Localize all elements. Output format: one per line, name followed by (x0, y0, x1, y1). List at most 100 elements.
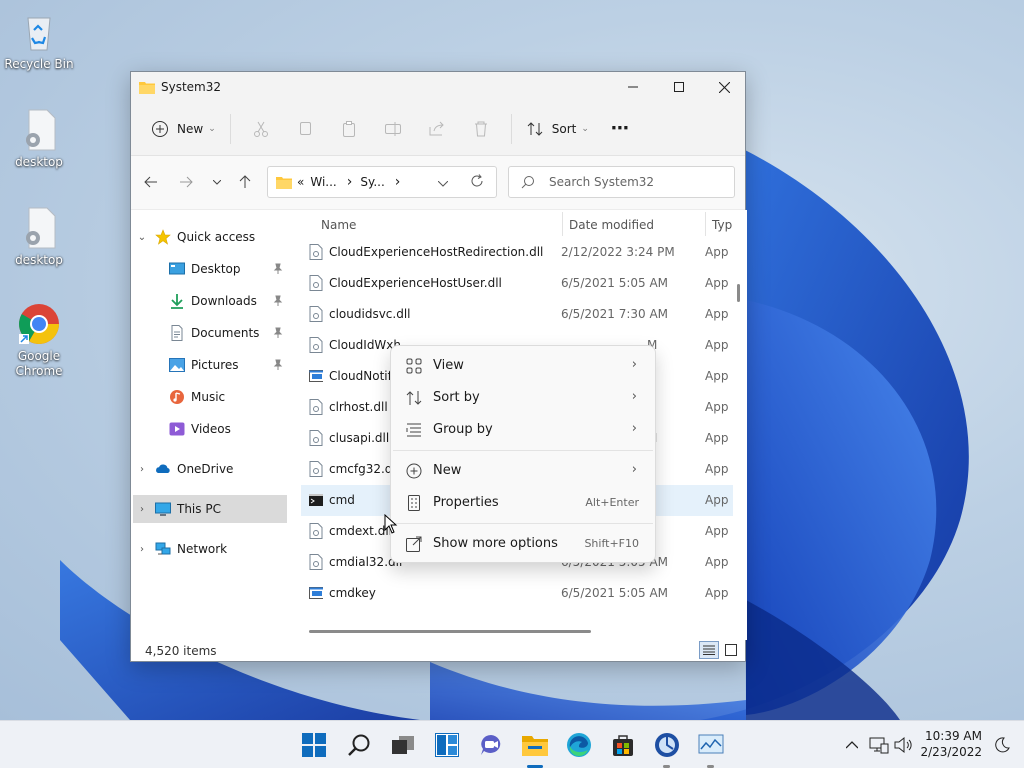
horizontal-scrollbar-thumb[interactable] (309, 630, 591, 633)
dll-file-icon (309, 244, 323, 260)
trash-icon (474, 121, 487, 136)
control-panel-button[interactable] (653, 731, 681, 759)
menu-item-sort-by[interactable]: Sort by › (395, 383, 651, 413)
refresh-button[interactable] (470, 174, 484, 191)
nav-quick-access[interactable]: ⌄ Quick access (133, 223, 287, 251)
store-button[interactable] (609, 731, 637, 759)
nav-this-pc[interactable]: › This PC (133, 495, 287, 523)
file-row[interactable]: CloudExperienceHostRedirection.dll 2/12/2… (301, 237, 733, 268)
file-explorer-taskbar-button[interactable] (521, 731, 549, 759)
address-bar[interactable]: « Wi... › Sy... › (267, 166, 497, 198)
maximize-button[interactable] (656, 72, 702, 102)
dll-file-icon (309, 275, 323, 291)
performance-monitor-button[interactable] (697, 731, 725, 759)
clock[interactable]: 10:39 AM 2/23/2022 (920, 728, 982, 760)
command-bar: New ⌄ Sort ⌄ ⋯ (131, 102, 745, 156)
start-button[interactable] (300, 731, 328, 759)
breadcrumb-windows[interactable]: Wi... (310, 175, 336, 189)
file-name: cmdkey (329, 586, 376, 600)
more-options-button[interactable]: ⋯ (605, 111, 635, 147)
column-date-modified[interactable]: Date modified (569, 218, 654, 232)
dll-file-icon (309, 461, 323, 477)
back-button[interactable] (137, 168, 165, 196)
nav-onedrive[interactable]: › OneDrive (133, 455, 287, 483)
file-type: App (705, 493, 729, 507)
chevron-right-icon[interactable]: › (133, 544, 151, 555)
column-divider[interactable] (562, 212, 563, 236)
file-type: App (705, 276, 729, 290)
column-name[interactable]: Name (321, 218, 356, 232)
rename-button[interactable] (371, 111, 415, 147)
new-button[interactable]: New ⌄ (145, 111, 222, 147)
breadcrumb-separator[interactable]: › (395, 174, 401, 190)
file-row[interactable]: cmdkey 6/5/2021 5:05 AM App (301, 578, 733, 609)
search-input[interactable]: Search System32 (508, 166, 735, 198)
nav-downloads[interactable]: Downloads (133, 287, 287, 315)
breadcrumb-overflow[interactable]: « (297, 175, 304, 189)
recent-locations-button[interactable] (203, 168, 231, 196)
copy-button[interactable] (283, 111, 327, 147)
focus-assist-button[interactable] (988, 731, 1016, 759)
menu-item-group-by[interactable]: Group by › (395, 415, 651, 445)
share-button[interactable] (415, 111, 459, 147)
task-view-button[interactable] (389, 731, 417, 759)
widgets-button[interactable] (433, 731, 461, 759)
breadcrumb-separator[interactable]: › (347, 174, 353, 190)
volume-button[interactable] (889, 731, 917, 759)
details-view-button[interactable] (699, 641, 719, 659)
desktop-shortcut-1[interactable]: desktop (4, 108, 74, 169)
nav-music[interactable]: Music (133, 383, 287, 411)
edge-button[interactable] (565, 731, 593, 759)
file-name: cloudidsvc.dll (329, 307, 411, 321)
chevron-right-icon[interactable]: › (133, 464, 151, 475)
nav-pictures[interactable]: Pictures (133, 351, 287, 379)
mouse-cursor-icon (384, 514, 398, 534)
search-icon (521, 176, 534, 189)
column-type[interactable]: Typ (712, 218, 732, 232)
document-icon (171, 325, 183, 341)
search-button[interactable] (345, 731, 373, 759)
menu-item-properties-label: Properties (433, 495, 499, 510)
chevron-right-icon[interactable]: › (133, 504, 151, 515)
delete-button[interactable] (459, 111, 503, 147)
music-icon (170, 390, 184, 404)
nav-music-label: Music (191, 390, 226, 404)
menu-item-new[interactable]: New › (395, 456, 651, 486)
window-title: System32 (161, 80, 222, 94)
chat-button[interactable] (477, 731, 505, 759)
chevron-down-icon[interactable]: ⌄ (133, 232, 151, 243)
menu-item-show-more-options[interactable]: Show more options Shift+F10 (395, 529, 651, 559)
file-row[interactable]: CloudExperienceHostUser.dll 6/5/2021 5:05… (301, 268, 733, 299)
nav-network[interactable]: › Network (133, 535, 287, 563)
vertical-scrollbar-thumb[interactable] (737, 284, 740, 302)
forward-button[interactable] (172, 168, 200, 196)
scissors-icon (253, 121, 268, 137)
windows-logo-icon (302, 733, 326, 757)
desktop-shortcut-2[interactable]: desktop (4, 206, 74, 267)
nav-videos[interactable]: Videos (133, 415, 287, 443)
tiles-view-button[interactable] (723, 642, 739, 658)
paste-button[interactable] (327, 111, 371, 147)
column-divider[interactable] (705, 212, 706, 236)
show-hidden-icons-button[interactable] (838, 731, 866, 759)
recycle-bin-desktop-icon[interactable]: Recycle Bin (4, 10, 74, 71)
nav-desktop[interactable]: Desktop (133, 255, 287, 283)
cut-button[interactable] (239, 111, 283, 147)
minimize-button[interactable] (610, 72, 656, 102)
nav-documents[interactable]: Documents (133, 319, 287, 347)
menu-item-new-label: New (433, 463, 462, 478)
context-menu[interactable]: View › Sort by › Group by › New › Proper… (390, 345, 656, 563)
sort-button[interactable]: Sort ⌄ (520, 111, 595, 147)
menu-item-properties[interactable]: Properties Alt+Enter (395, 488, 651, 518)
file-name: cmd (329, 493, 355, 507)
desktop-shortcut-1-label: desktop (15, 155, 63, 169)
up-button[interactable] (231, 168, 259, 196)
google-chrome-desktop-icon[interactable]: Google Chrome (4, 302, 74, 379)
address-dropdown-button[interactable] (437, 176, 449, 190)
breadcrumb-system32[interactable]: Sy... (360, 175, 384, 189)
close-button[interactable] (701, 72, 747, 102)
title-bar[interactable]: System32 (131, 72, 745, 102)
menu-item-view[interactable]: View › (395, 351, 651, 381)
menu-item-show-more-options-shortcut: Shift+F10 (584, 537, 639, 550)
file-row[interactable]: cloudidsvc.dll 6/5/2021 7:30 AM App (301, 299, 733, 330)
